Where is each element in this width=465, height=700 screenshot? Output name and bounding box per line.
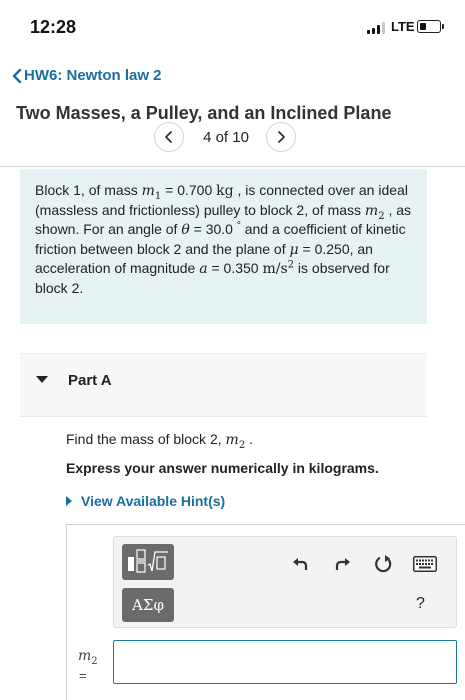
- back-link-label: HW6: Newton law 2: [24, 67, 162, 84]
- chevron-right-icon: [278, 131, 285, 143]
- hint-label: View Available Hint(s): [81, 493, 226, 509]
- redo-icon: [335, 558, 350, 570]
- help-button[interactable]: ?: [416, 595, 425, 613]
- battery-icon: [417, 20, 441, 33]
- chevron-left-icon: [12, 68, 22, 83]
- battery-nub: [442, 24, 444, 29]
- keyboard-button[interactable]: [413, 555, 437, 573]
- answer-input[interactable]: [113, 640, 457, 684]
- status-time: 12:28: [30, 17, 77, 37]
- hint-link[interactable]: View Available Hint(s): [66, 493, 225, 509]
- question-text: Find the mass of block 2, m2 .: [66, 431, 253, 451]
- chevron-left-icon: [165, 131, 172, 143]
- page-title: Two Masses, a Pulley, and an Inclined Pl…: [16, 103, 392, 123]
- redo-button[interactable]: [333, 554, 353, 574]
- template-icon: [128, 549, 168, 573]
- answer-instructions: Express your answer numerically in kilog…: [66, 460, 379, 476]
- reset-button[interactable]: [374, 554, 394, 574]
- signal-icon: [367, 22, 385, 34]
- network-label: LTE: [391, 19, 415, 34]
- problem-statement: Block 1, of mass m1 = 0.700 kg , is conn…: [20, 169, 427, 324]
- next-button[interactable]: [266, 122, 296, 152]
- caret-right-icon: [66, 496, 72, 506]
- answer-variable: m2: [78, 648, 98, 667]
- part-a-label: Part A: [68, 372, 112, 389]
- divider: [0, 166, 465, 167]
- template-button[interactable]: [122, 544, 174, 580]
- back-link[interactable]: HW6: Newton law 2: [12, 67, 162, 84]
- caret-down-icon[interactable]: [36, 376, 48, 383]
- undo-button[interactable]: [290, 554, 310, 574]
- greek-button[interactable]: ΑΣφ: [122, 588, 174, 622]
- pager-label: 4 of 10: [203, 129, 249, 146]
- prev-button[interactable]: [154, 122, 184, 152]
- answer-equals: =: [79, 668, 87, 683]
- undo-icon: [293, 558, 308, 570]
- reset-icon: [375, 555, 392, 573]
- keyboard-icon: [413, 556, 437, 572]
